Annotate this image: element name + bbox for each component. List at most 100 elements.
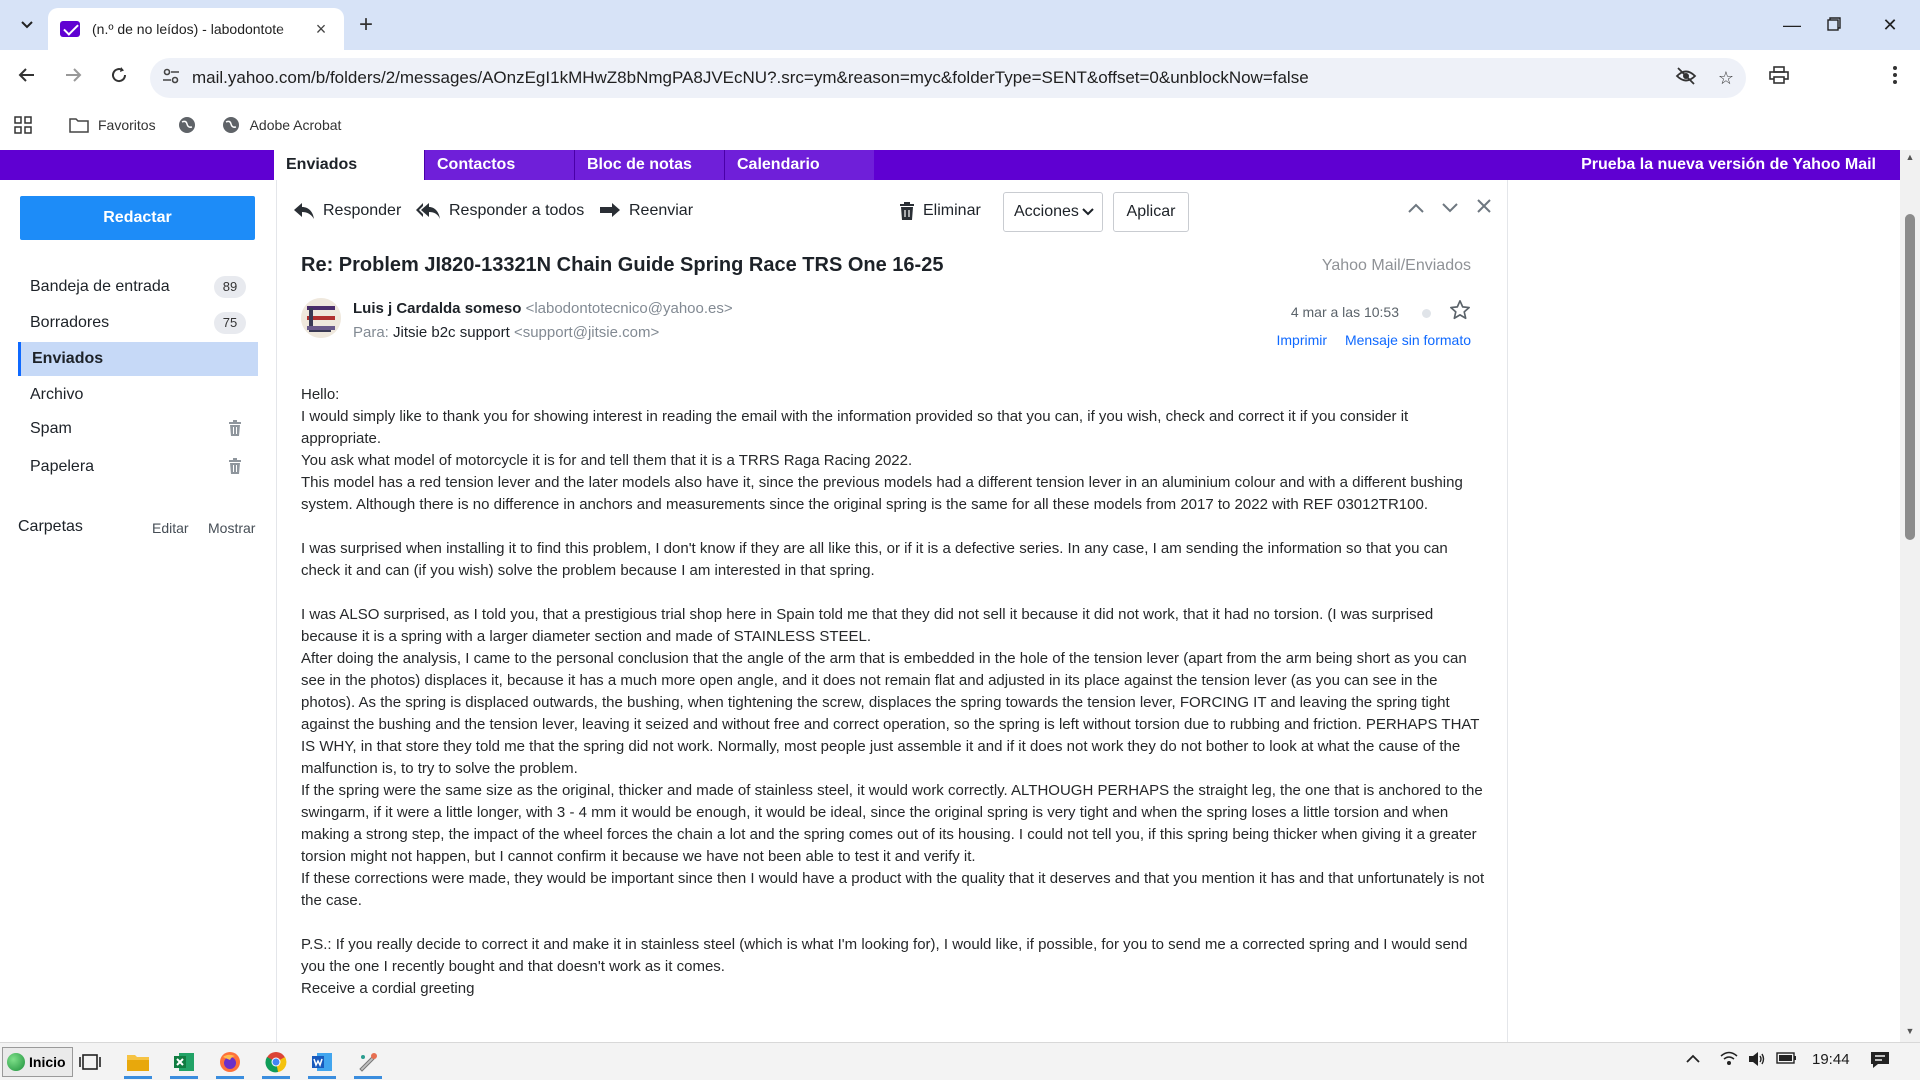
tray-overflow-icon[interactable] bbox=[1686, 1051, 1700, 1068]
wifi-icon[interactable] bbox=[1720, 1051, 1738, 1071]
message-date: 4 mar a las 10:53 bbox=[1290, 304, 1399, 320]
mail-nav-bar: Enviados Contactos Bloc de notas Calenda… bbox=[0, 150, 1900, 180]
body-paragraph: Receive a cordial greeting bbox=[301, 980, 475, 997]
address-bar[interactable]: mail.yahoo.com/b/folders/2/messages/AOnz… bbox=[150, 58, 1746, 98]
taskbar-excel[interactable] bbox=[168, 1047, 200, 1079]
scroll-down-arrow-icon[interactable]: ▼ bbox=[1900, 1026, 1920, 1040]
tab-calendario[interactable]: Calendario bbox=[724, 150, 874, 180]
folder-icon bbox=[127, 1055, 149, 1071]
tab-search-button[interactable] bbox=[12, 10, 42, 40]
taskbar-chrome[interactable] bbox=[260, 1047, 292, 1079]
volume-icon[interactable] bbox=[1748, 1051, 1766, 1071]
taskbar-firefox[interactable] bbox=[214, 1047, 246, 1079]
folder-label: Bandeja de entrada bbox=[30, 278, 170, 295]
more-vertical-icon bbox=[1893, 66, 1897, 84]
reply-button[interactable]: Responder bbox=[293, 196, 401, 226]
forward-message-button[interactable]: Reenviar bbox=[599, 196, 693, 226]
globe-icon bbox=[220, 116, 242, 134]
folder-icon bbox=[68, 116, 90, 134]
body-paragraph: Hello: bbox=[301, 386, 340, 403]
edit-folders-link[interactable]: Editar bbox=[152, 520, 189, 536]
reload-button[interactable] bbox=[104, 63, 134, 93]
bookmark-adobe-acrobat[interactable]: Adobe Acrobat bbox=[220, 116, 342, 134]
folder-spam[interactable]: Spam bbox=[18, 412, 258, 446]
raw-message-link[interactable]: Mensaje sin formato bbox=[1345, 332, 1471, 348]
tab-close-icon[interactable]: × bbox=[310, 18, 332, 40]
taskbar-word[interactable] bbox=[306, 1047, 338, 1079]
notifications-icon[interactable] bbox=[1870, 1051, 1890, 1073]
body-paragraph: I was surprised when installing it to fi… bbox=[301, 540, 1448, 579]
reload-icon bbox=[112, 67, 127, 83]
task-view-button[interactable] bbox=[74, 1047, 106, 1077]
folder-drafts[interactable]: Borradores 75 bbox=[18, 306, 258, 340]
browser-menu-button[interactable] bbox=[1880, 63, 1910, 93]
printer-icon bbox=[1769, 66, 1789, 84]
try-new-yahoo-mail-link[interactable]: Prueba la nueva versión de Yahoo Mail bbox=[1581, 150, 1876, 180]
tab-contactos[interactable]: Contactos bbox=[424, 150, 574, 180]
folder-inbox[interactable]: Bandeja de entrada 89 bbox=[18, 270, 258, 304]
star-message-button[interactable] bbox=[1449, 299, 1471, 321]
browser-tab-active[interactable]: (n.º de no leídos) - labodontote × bbox=[48, 8, 344, 50]
delete-button[interactable]: Eliminar bbox=[899, 196, 981, 226]
body-blank-line bbox=[301, 582, 1487, 604]
body-blank-line bbox=[301, 516, 1487, 538]
show-folders-link[interactable]: Mostrar bbox=[208, 520, 255, 536]
forward-button[interactable] bbox=[58, 63, 88, 93]
apply-button[interactable]: Aplicar bbox=[1113, 192, 1189, 232]
next-message-button[interactable] bbox=[1437, 198, 1463, 224]
minimize-button[interactable]: — bbox=[1778, 12, 1806, 38]
empty-trash-icon[interactable] bbox=[228, 458, 242, 474]
forward-icon bbox=[599, 202, 621, 220]
bookmark-label: Favoritos bbox=[98, 117, 156, 133]
tab-bloc-de-notas[interactable]: Bloc de notas bbox=[574, 150, 724, 180]
sender-name[interactable]: Luis j Cardalda someso bbox=[353, 300, 521, 317]
bookmark-star-icon[interactable]: ☆ bbox=[1706, 68, 1746, 89]
scroll-up-arrow-icon[interactable]: ▲ bbox=[1900, 152, 1920, 166]
restore-button[interactable] bbox=[1820, 12, 1848, 38]
eye-off-icon[interactable] bbox=[1666, 66, 1706, 90]
message-subject: Re: Problem JI820-13321N Chain Guide Spr… bbox=[301, 254, 944, 276]
taskbar-paint[interactable] bbox=[352, 1047, 384, 1079]
arrow-right-icon bbox=[66, 68, 82, 82]
forward-label: Reenviar bbox=[629, 202, 694, 219]
tab-enviados[interactable]: Enviados bbox=[274, 150, 424, 180]
compose-button[interactable]: Redactar bbox=[20, 196, 255, 240]
taskbar-file-explorer[interactable] bbox=[122, 1047, 154, 1079]
folder-sent[interactable]: Enviados bbox=[18, 342, 258, 376]
previous-message-button[interactable] bbox=[1403, 198, 1429, 224]
reply-all-button[interactable]: Responder a todos bbox=[415, 196, 584, 226]
message-body: Hello: I would simply like to thank you … bbox=[301, 384, 1487, 1000]
close-message-button[interactable] bbox=[1471, 198, 1497, 224]
start-button[interactable]: Inicio bbox=[2, 1047, 73, 1077]
bookmark-favoritos[interactable]: Favoritos bbox=[68, 116, 156, 134]
battery-icon[interactable] bbox=[1776, 1051, 1798, 1069]
empty-spam-trash-icon[interactable] bbox=[228, 420, 242, 436]
reply-icon bbox=[293, 202, 315, 220]
trash-icon bbox=[899, 202, 915, 220]
apps-button[interactable] bbox=[14, 116, 32, 134]
reply-all-label: Responder a todos bbox=[449, 202, 585, 219]
recipient-name[interactable]: Jitsie b2c support bbox=[393, 324, 510, 341]
print-toolbar-button[interactable] bbox=[1764, 63, 1794, 93]
bookmarks-bar: Favoritos Adobe Acrobat bbox=[0, 106, 1920, 144]
scrollbar-thumb[interactable] bbox=[1905, 214, 1915, 540]
folder-label: Spam bbox=[30, 420, 72, 437]
clock-time[interactable]: 19:44 bbox=[1812, 1051, 1850, 1068]
url-text[interactable]: mail.yahoo.com/b/folders/2/messages/AOnz… bbox=[192, 68, 1666, 88]
folder-archive[interactable]: Archivo bbox=[18, 378, 258, 412]
site-info-icon[interactable] bbox=[150, 68, 192, 89]
folder-trash[interactable]: Papelera bbox=[18, 450, 258, 484]
mark-unread-dot[interactable] bbox=[1422, 309, 1431, 318]
print-link[interactable]: Imprimir bbox=[1277, 332, 1328, 348]
page-scrollbar[interactable]: ▲ ▼ bbox=[1900, 150, 1920, 1042]
new-tab-button[interactable]: + bbox=[352, 12, 380, 40]
close-window-button[interactable]: ✕ bbox=[1876, 12, 1904, 38]
back-button[interactable] bbox=[12, 63, 42, 93]
bookmark-globe[interactable] bbox=[176, 116, 206, 134]
sender-line: Luis j Cardalda someso <labodontotecnico… bbox=[353, 300, 733, 317]
reply-label: Responder bbox=[323, 202, 402, 219]
chevron-down-icon bbox=[21, 21, 33, 29]
browser-tab-strip: (n.º de no leídos) - labodontote × + — ✕ bbox=[0, 0, 1920, 50]
bookmark-label: Adobe Acrobat bbox=[249, 117, 342, 133]
actions-select[interactable]: Acciones bbox=[1003, 192, 1103, 232]
